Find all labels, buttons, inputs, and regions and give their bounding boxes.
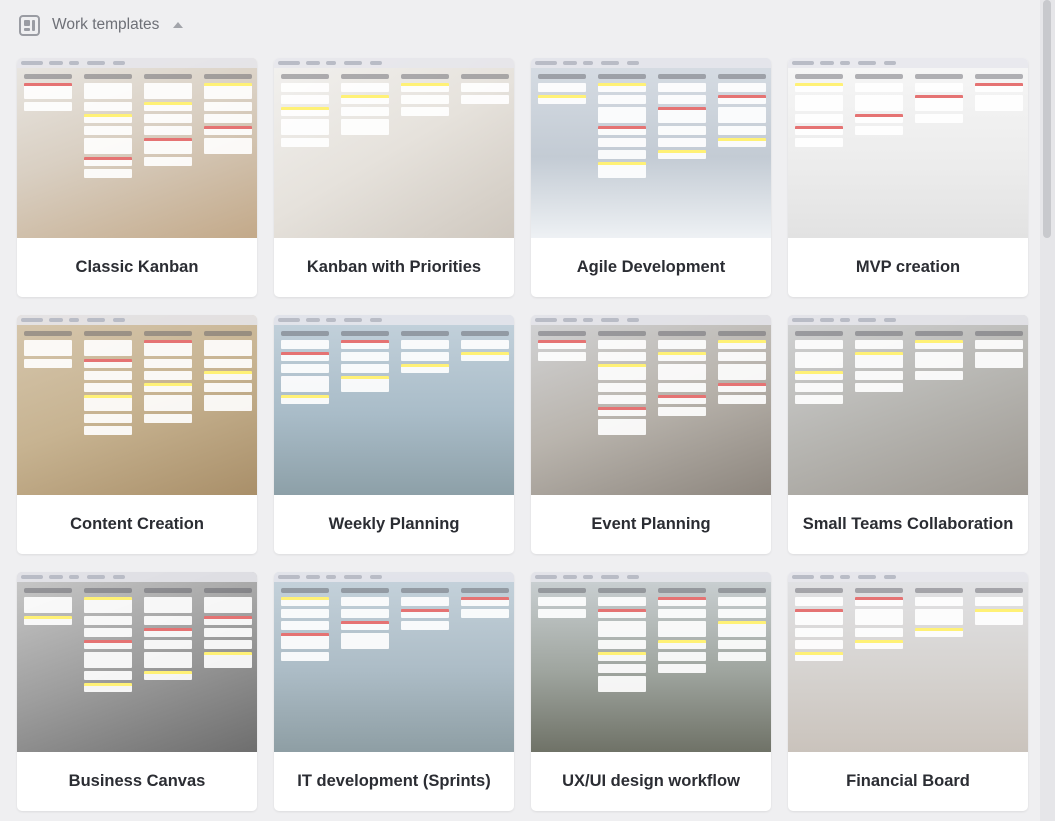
template-card[interactable]: UX/UI design workflow [531,572,771,811]
section-header[interactable]: Work templates [19,13,184,37]
template-preview-image [17,572,257,752]
template-name: UX/UI design workflow [562,772,740,790]
template-name: Kanban with Priorities [306,258,482,276]
template-card[interactable]: Business Canvas [17,572,257,811]
template-preview-image [17,58,257,238]
template-card[interactable]: Kanban with Priorities [274,58,514,297]
template-preview-image [788,572,1028,752]
template-name: Financial Board [846,772,970,790]
template-name: Business Canvas [68,772,206,790]
template-preview-image [788,315,1028,495]
template-name: Content Creation [70,515,204,533]
section-title: Work templates [52,16,160,33]
scrollbar-thumb[interactable] [1043,0,1051,238]
template-name: Weekly Planning [328,515,460,533]
template-preview-image [788,58,1028,238]
template-card[interactable]: IT development (Sprints) [274,572,514,811]
scrollbar[interactable] [1040,0,1055,821]
template-preview-image [531,58,771,238]
template-card[interactable]: Financial Board [788,572,1028,811]
template-preview-image [531,315,771,495]
templates-grid: Classic Kanban Kanban with Priorities Agil… [17,58,1028,811]
template-name: IT development (Sprints) [297,772,491,790]
template-name: MVP creation [855,258,961,276]
template-card[interactable]: Small Teams Collaboration [788,315,1028,554]
template-card[interactable]: MVP creation [788,58,1028,297]
template-name: Classic Kanban [75,258,199,276]
template-preview-image [274,58,514,238]
template-card[interactable]: Agile Development [531,58,771,297]
template-preview-image [17,315,257,495]
template-preview-image [531,572,771,752]
template-name: Agile Development [576,258,726,276]
template-card[interactable]: Event Planning [531,315,771,554]
template-preview-image [274,315,514,495]
template-name: Small Teams Collaboration [802,515,1014,533]
template-card[interactable]: Content Creation [17,315,257,554]
caret-up-icon[interactable] [173,22,184,28]
template-card[interactable]: Classic Kanban [17,58,257,297]
template-grid-icon [19,14,40,36]
template-card[interactable]: Weekly Planning [274,315,514,554]
template-preview-image [274,572,514,752]
template-name: Event Planning [591,515,711,533]
